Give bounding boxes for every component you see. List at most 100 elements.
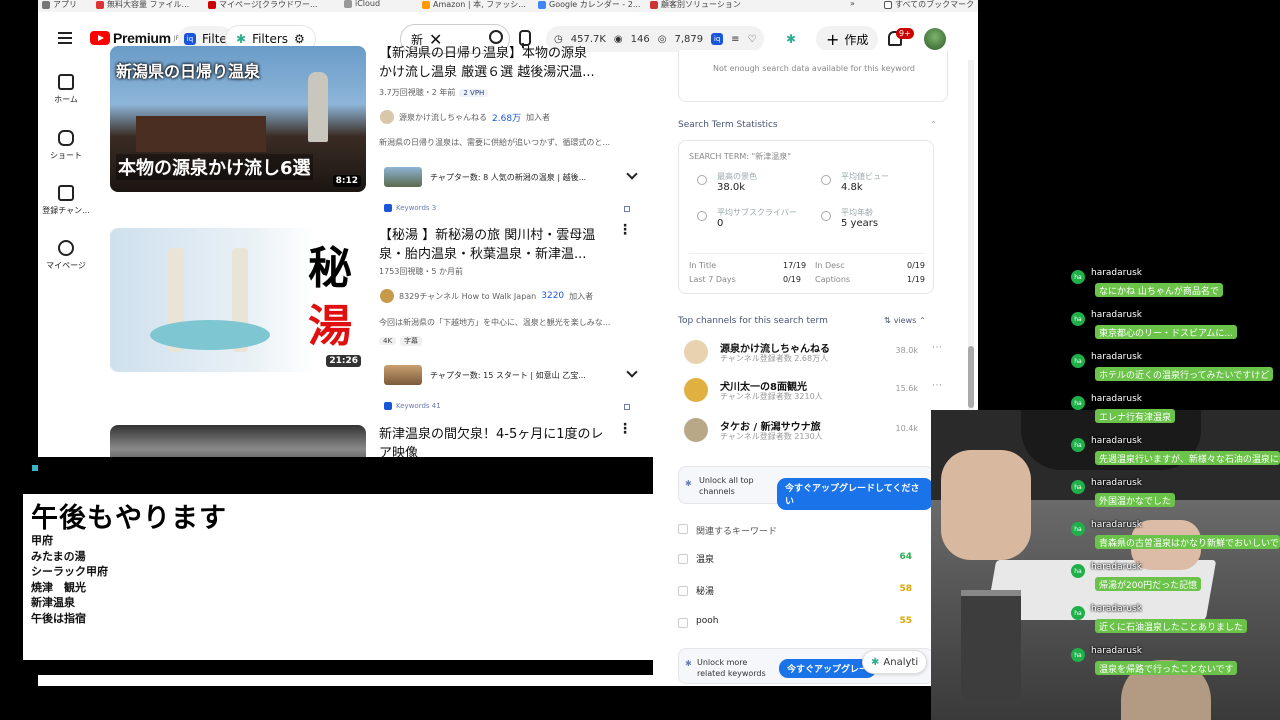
more-options-icon[interactable]: ⋮ xyxy=(618,222,632,238)
more-horizontal-icon[interactable]: ⋯ xyxy=(932,380,942,391)
top-channel-row[interactable]: タケお / 新潟サウナ旅 チャンネル登録者数 2130人 10.4k ⋯ xyxy=(678,418,948,446)
chapter-row[interactable]: チャプター数: 8 人気の新潟の温泉 | 越後... xyxy=(384,165,638,189)
keyword-checkbox[interactable] xyxy=(678,618,688,628)
plus-icon: + xyxy=(826,29,840,49)
person-icon xyxy=(58,240,74,256)
channel-avatar xyxy=(684,378,708,402)
keywords-row[interactable]: Keywords 3 xyxy=(384,204,632,212)
chevron-double-icon[interactable]: » xyxy=(850,0,855,8)
chapter-thumb xyxy=(384,167,422,187)
bell-alert-icon[interactable]: ♡ xyxy=(748,34,757,45)
nav-subscriptions[interactable]: 登録チャン... xyxy=(38,185,94,216)
channel-avatar xyxy=(684,418,708,442)
list-icon[interactable]: ≡ xyxy=(731,34,739,45)
unlock-icon: ✱ xyxy=(685,659,692,668)
cam-arm-shape xyxy=(941,450,1031,560)
keyword-checkbox[interactable] xyxy=(678,586,688,596)
analytics-button[interactable]: ✱ Analyti xyxy=(862,650,928,674)
cam-cup-shape xyxy=(961,590,1021,700)
clock-icon: ◷ xyxy=(554,33,563,45)
related-keyword-row[interactable]: pooh 55 ⋯ xyxy=(678,614,948,634)
note-line: 甲府 xyxy=(31,534,53,547)
upgrade-button[interactable]: 今すぐアップグレードしてください xyxy=(777,478,933,510)
apps-icon xyxy=(42,0,50,9)
channel-avatar xyxy=(684,340,708,364)
video-channel[interactable]: 8329チャンネル How to Walk Japan 3220 加入者 xyxy=(380,289,593,303)
youtube-logo[interactable]: Premium JP xyxy=(90,30,179,46)
note-cursor-marker xyxy=(32,465,38,471)
note-heading: 午後もやります xyxy=(31,503,227,534)
note-line: 焼津 観光 xyxy=(31,581,86,594)
bookmark-amazon[interactable]: Amazon | 本, ファッシ... xyxy=(422,0,526,10)
more-horizontal-icon[interactable]: ⋯ xyxy=(932,342,942,353)
stat-avg-subs: 平均サブスクライバー 0 xyxy=(697,207,797,229)
user-avatar: ha xyxy=(1071,438,1085,452)
statue-shape xyxy=(308,72,328,142)
vidiq-logo-icon[interactable]: ✱ xyxy=(786,32,796,46)
lock-icon xyxy=(624,206,630,212)
video-title[interactable]: 【新潟県の日帰り温泉】本物の源泉 かけ流し温泉 厳選６選 越後湯沢温... xyxy=(379,44,639,82)
bookmark-crowdworks[interactable]: マイページ[クラウドワー... xyxy=(208,0,318,10)
related-keyword-row[interactable]: 秘湯 58 ⋯ xyxy=(678,582,948,602)
sort-dropdown[interactable]: ⇅ views ⌃ xyxy=(884,316,926,325)
stack-icon: ◎ xyxy=(657,33,667,45)
thumb-banner: 新潟県の日帰り温泉 xyxy=(116,62,261,81)
thumb-big-char: 湯 xyxy=(308,301,352,352)
bookmark-file-transfer[interactable]: 無料大容量 ファイル... xyxy=(96,0,189,10)
channel-avatar xyxy=(380,289,394,303)
nav-shorts[interactable]: ショート xyxy=(38,130,94,161)
select-all-checkbox[interactable] xyxy=(678,524,688,534)
bookmark-google-calendar[interactable]: Google カレンダー - 2... xyxy=(538,0,640,10)
youtube-play-icon xyxy=(90,31,110,45)
vidiq-menu-icon[interactable]: iq xyxy=(711,33,724,45)
filters-logo-icon: ✱ xyxy=(236,32,247,46)
subscriptions-icon xyxy=(58,185,74,201)
vidiq-icon: iq xyxy=(184,33,196,45)
sort-icon: ⇅ xyxy=(884,316,891,325)
chevron-down-icon[interactable] xyxy=(626,366,638,378)
video-thumbnail[interactable]: 秘 湯 21:26 xyxy=(110,228,366,372)
icloud-icon xyxy=(344,0,352,8)
screen: アプリ 無料大容量 ファイル... マイページ[クラウドワー... iCloud… xyxy=(0,0,1280,720)
related-keyword-row[interactable]: 温泉 64 ⋯ xyxy=(678,550,948,570)
chapter-row[interactable]: チャプター数: 15 スタート | 如意山 乙宝... xyxy=(384,363,638,387)
keyword-checkbox[interactable] xyxy=(678,554,688,564)
top-channels-title: Top channels for this search term xyxy=(678,316,828,326)
bookmark-icloud[interactable]: iCloud xyxy=(344,0,380,8)
menu-icon[interactable] xyxy=(58,32,72,44)
calendar-icon xyxy=(538,0,546,9)
pool-shape xyxy=(150,320,270,350)
bookmark-apps[interactable]: アプリ xyxy=(42,0,77,10)
top-channel-row[interactable]: 源泉かけ流しちゃんねる チャンネル登録者数 2.68万人 38.0k ⋯ xyxy=(678,340,948,368)
video-meta: 1753回視聴・5 か月前 xyxy=(379,267,463,276)
note-line: 午後は指宿 xyxy=(31,612,86,625)
analytics-logo-icon: ✱ xyxy=(871,656,880,668)
nav-mypage[interactable]: マイページ xyxy=(38,240,94,271)
video-title[interactable]: 【秘湯 】新秘湯の旅 関川村・雲母温 泉・胎内温泉・秋葉温泉・新津温... xyxy=(379,226,607,264)
account-avatar[interactable] xyxy=(924,28,946,50)
search-icon[interactable] xyxy=(489,30,503,44)
unlock-channels-card: ✱ Unlock all top channels 今すぐアップグレードしてくだ… xyxy=(678,466,934,510)
top-channel-row[interactable]: 犬川太一の8面観光 チャンネル登録者数 3210人 15.6k ⋯ xyxy=(678,378,948,406)
collapse-chevron-icon[interactable]: ⌃ xyxy=(930,120,937,129)
person-icon xyxy=(697,211,707,221)
page-scrollbar-thumb[interactable] xyxy=(968,346,974,408)
video-duration: 21:26 xyxy=(326,355,361,367)
chevron-down-icon[interactable] xyxy=(626,168,638,180)
bookmark-all[interactable]: すべてのブックマーク xyxy=(884,0,974,10)
user-avatar: ha xyxy=(1071,312,1085,326)
video-channel[interactable]: 源泉かけ流しちゃんねる 2.68万 加入者 xyxy=(380,110,550,124)
bookmarks-bar: アプリ 無料大容量 ファイル... マイページ[クラウドワー... iCloud… xyxy=(38,0,978,12)
keywords-row[interactable]: Keywords 41 xyxy=(384,402,632,410)
amazon-icon xyxy=(422,0,430,9)
eye-icon: ◉ xyxy=(613,33,623,45)
search-volume-card: Not enough search data available for thi… xyxy=(678,50,948,102)
bookmark-solutions[interactable]: 顧客別ソリューション xyxy=(650,0,741,10)
more-options-icon[interactable]: ⋮ xyxy=(618,421,632,437)
vidiq-panel: Not enough search data available for thi… xyxy=(678,50,948,686)
video-thumbnail[interactable]: 新潟県の日帰り温泉 本物の源泉かけ流し6選 8:12 xyxy=(110,46,366,192)
thumb-big-char: 秘 xyxy=(308,243,352,294)
create-button[interactable]: + 作成 xyxy=(816,26,879,52)
nav-home[interactable]: ホーム xyxy=(38,74,94,105)
lock-icon xyxy=(624,404,630,410)
